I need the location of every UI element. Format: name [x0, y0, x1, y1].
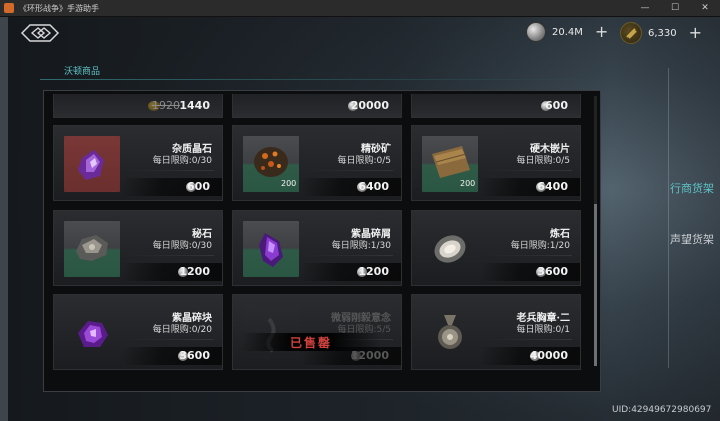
daily-limit: 每日限购:0/5	[337, 156, 391, 166]
item-price: 600	[545, 99, 568, 112]
item-price: 600	[187, 180, 210, 193]
item-price: 6400	[537, 180, 568, 193]
diamond-emblem-icon	[20, 24, 60, 42]
back-button[interactable]	[20, 22, 60, 44]
daily-limit: 每日限购:0/5	[516, 156, 570, 166]
shop-item-card[interactable]: 紫晶碎屑 每日限购:1/30 1200	[232, 210, 402, 286]
daily-limit: 每日限购:0/20	[152, 325, 212, 335]
daily-limit: 每日限购:0/30	[152, 241, 212, 251]
amethyst-icon	[78, 321, 108, 347]
left-edge-strip	[0, 17, 8, 421]
shop-item-card[interactable]: 炼石 每日限购:1/20 3600	[411, 210, 581, 286]
original-price: 1920	[152, 99, 180, 112]
daily-limit: 每日限购:0/1	[516, 325, 570, 335]
shop-item-card[interactable]: 200 硬木嵌片 每日限购:0/5 6400	[411, 125, 581, 201]
tab-reputation-shelf[interactable]: 声望货架	[670, 231, 714, 247]
user-id: UID:42949672980697	[612, 405, 712, 415]
shop-item-card-sold-out[interactable]: 微弱刚毅意念 每日限购:5/5 12000 已售罄	[232, 294, 402, 370]
window-titlebar: 《环形战争》手游助手 — ☐ ✕	[0, 0, 720, 17]
maximize-button[interactable]: ☐	[660, 0, 690, 17]
silver-value: 20.4M	[552, 26, 583, 38]
shop-item-partial[interactable]: 600	[411, 94, 581, 118]
item-thumbnail	[64, 221, 120, 277]
tab-merchant-shelf[interactable]: 行商货架	[670, 180, 714, 196]
shop-item-partial[interactable]: 20000	[232, 94, 402, 118]
gold-medal-icon	[620, 22, 642, 44]
item-price: 20000	[350, 99, 389, 112]
item-price: 1200	[179, 265, 210, 278]
add-gold-button[interactable]: +	[689, 25, 702, 41]
item-thumbnail	[243, 221, 299, 277]
sold-out-badge: 已售罄	[241, 333, 381, 351]
daily-limit: 每日限购:1/20	[510, 241, 570, 251]
side-divider	[668, 68, 669, 368]
shop-item-card[interactable]: 紫晶碎块 每日限购:0/20 3600	[53, 294, 223, 370]
silver-resource: 20.4M +	[526, 22, 608, 42]
purple-crystal-icon	[78, 150, 104, 180]
item-thumbnail	[64, 305, 120, 361]
tab-underline	[40, 79, 600, 80]
gold-resource: 6,330 +	[620, 22, 702, 44]
item-price: 3600	[537, 265, 568, 278]
item-quantity: 200	[281, 179, 297, 188]
game-screen: 《环形战争》手游助手 — ☐ ✕ 20.4M + 6,330 + 沃顿商品 行商…	[0, 0, 720, 421]
item-thumbnail	[422, 305, 478, 361]
daily-limit: 每日限购:1/30	[331, 241, 391, 251]
medal-badge-icon	[438, 315, 462, 349]
item-quantity: 200	[460, 179, 476, 188]
geode-icon	[434, 235, 466, 263]
item-price: 40000	[529, 349, 568, 362]
stone-icon	[76, 235, 108, 261]
silver-coin-icon	[526, 22, 546, 42]
gold-value: 6,330	[648, 27, 677, 39]
item-price: 1200	[358, 265, 389, 278]
window-title: 《环形战争》手游助手	[19, 3, 99, 13]
item-price: 3600	[179, 349, 210, 362]
shop-item-card[interactable]: 杂质晶石 每日限购:0/30 600	[53, 125, 223, 201]
shop-item-card[interactable]: 200 精砂矿 每日限购:0/5 6400	[232, 125, 402, 201]
add-silver-button[interactable]: +	[595, 24, 608, 40]
item-price: 6400	[358, 180, 389, 193]
close-button[interactable]: ✕	[690, 0, 720, 17]
daily-limit: 每日限购:0/30	[152, 156, 212, 166]
sold-out-label: 已售罄	[289, 335, 332, 350]
app-icon	[4, 3, 14, 13]
purple-shard-icon	[259, 233, 283, 267]
scrollbar-thumb[interactable]	[594, 204, 597, 366]
tab-wharton-goods[interactable]: 沃顿商品	[64, 64, 100, 77]
item-thumbnail	[64, 136, 120, 192]
item-thumbnail	[422, 221, 478, 277]
minimize-button[interactable]: —	[630, 0, 660, 17]
shop-item-card[interactable]: 老兵胸章·二 每日限购:0/1 40000	[411, 294, 581, 370]
shop-item-partial[interactable]: 1920 1440	[53, 94, 223, 118]
shop-item-card[interactable]: 秘石 每日限购:0/30 1200	[53, 210, 223, 286]
item-price: 1440	[179, 99, 210, 112]
